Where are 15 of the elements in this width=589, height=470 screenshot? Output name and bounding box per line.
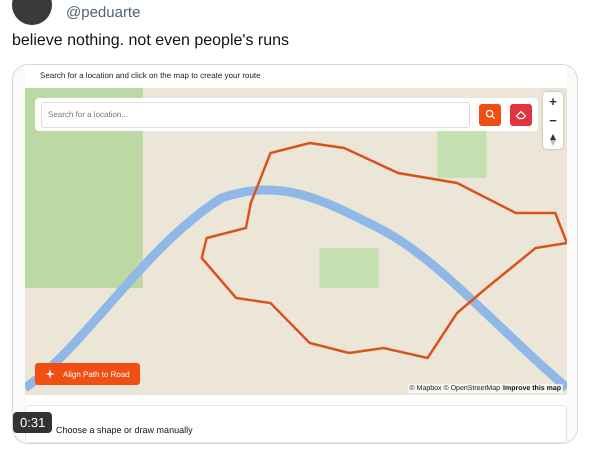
panel-label: Choose a shape or draw manually — [56, 425, 193, 435]
compass-icon — [550, 134, 556, 146]
search-icon — [484, 109, 496, 120]
video-timestamp: 0:31 — [13, 412, 52, 433]
zoom-in-button[interactable]: + — [543, 92, 563, 111]
search-field[interactable]: Search for a location... — [41, 102, 470, 128]
search-button[interactable] — [479, 104, 501, 126]
eraser-icon — [515, 108, 527, 120]
sparkle-icon — [45, 369, 55, 379]
instruction-text: Search for a location and click on the map to create your route — [39, 70, 262, 82]
align-path-button[interactable]: Align Path to Road — [35, 363, 140, 385]
zoom-out-button[interactable]: − — [543, 111, 563, 130]
user-handle[interactable]: @peduarte — [66, 0, 140, 20]
tweet-text: believe nothing. not even people's runs — [12, 32, 290, 51]
eraser-button[interactable] — [510, 104, 532, 126]
